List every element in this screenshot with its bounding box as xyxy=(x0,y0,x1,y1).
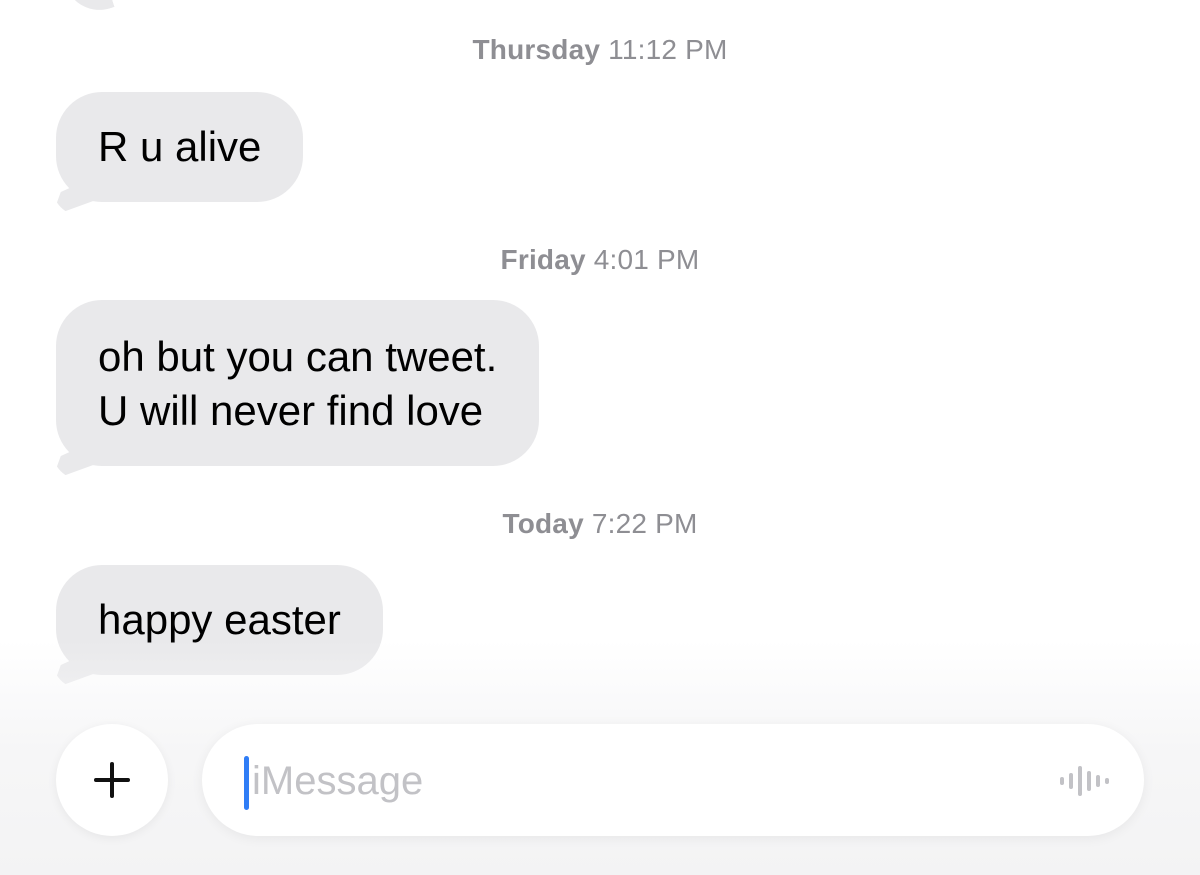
timestamp: Thursday 11:12 PM xyxy=(0,34,1200,66)
timestamp: Friday 4:01 PM xyxy=(0,244,1200,276)
timestamp: Today 7:22 PM xyxy=(0,508,1200,540)
timestamp-time: 4:01 PM xyxy=(593,244,700,275)
timestamp-day: Friday xyxy=(500,244,586,275)
previous-bubble-tail xyxy=(65,0,115,20)
timestamp-day: Thursday xyxy=(472,34,601,65)
bubble-tail xyxy=(52,176,96,216)
message-input[interactable]: iMessage xyxy=(202,724,1144,836)
text-caret xyxy=(244,756,249,810)
message-text: happy easter xyxy=(98,596,341,643)
message-text: R u alive xyxy=(98,123,262,170)
waveform-icon[interactable] xyxy=(1058,764,1110,798)
timestamp-time: 7:22 PM xyxy=(591,508,698,539)
incoming-message-bubble[interactable]: R u alive xyxy=(52,92,304,216)
add-attachment-button[interactable] xyxy=(56,724,168,836)
incoming-message-bubble[interactable]: oh but you can tweet. U will never find … xyxy=(52,300,540,480)
bubble-tail xyxy=(52,440,96,480)
message-text-line: oh but you can tweet. xyxy=(98,333,498,380)
timestamp-day: Today xyxy=(502,508,584,539)
timestamp-time: 11:12 PM xyxy=(608,34,728,65)
message-text-line: U will never find love xyxy=(98,387,484,434)
message-input-placeholder: iMessage xyxy=(252,759,424,803)
